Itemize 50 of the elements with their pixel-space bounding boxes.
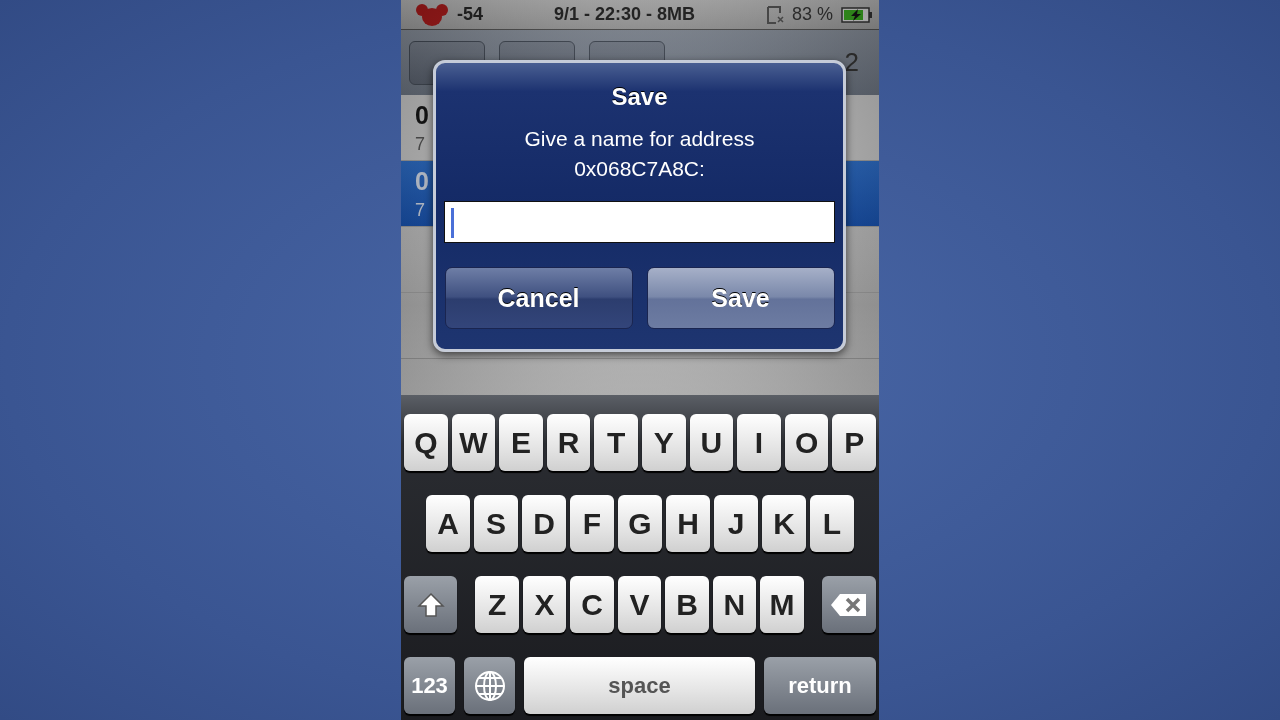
dialog-address: 0x068C7A8C: bbox=[574, 157, 705, 181]
found-count: 2 bbox=[844, 47, 859, 78]
value-text: 7 bbox=[415, 133, 425, 155]
delete-key[interactable] bbox=[821, 576, 876, 633]
shift-icon bbox=[416, 591, 445, 618]
key[interactable]: M bbox=[760, 576, 804, 633]
return-key[interactable]: return bbox=[764, 657, 876, 714]
key[interactable]: W bbox=[451, 414, 496, 471]
mouse-icon bbox=[415, 2, 449, 27]
dialog-message: Give a name for address bbox=[524, 127, 755, 151]
key[interactable]: C bbox=[570, 576, 614, 633]
key[interactable]: Z bbox=[475, 576, 519, 633]
battery-percent: 83 % bbox=[791, 4, 833, 25]
dialog-title: Save bbox=[611, 83, 668, 111]
key[interactable]: S bbox=[474, 495, 518, 552]
key[interactable]: F bbox=[570, 495, 614, 552]
name-input-field[interactable] bbox=[444, 201, 835, 243]
globe-icon bbox=[473, 669, 506, 702]
key[interactable]: R bbox=[546, 414, 591, 471]
key[interactable]: V bbox=[617, 576, 662, 633]
key[interactable]: B bbox=[665, 576, 709, 633]
key[interactable]: G bbox=[618, 495, 662, 552]
key[interactable]: Y bbox=[642, 414, 686, 471]
key[interactable]: T bbox=[594, 414, 638, 471]
address-text: 0 bbox=[415, 100, 429, 130]
key[interactable]: K bbox=[762, 495, 806, 552]
key[interactable]: X bbox=[522, 576, 567, 633]
key[interactable]: O bbox=[784, 414, 829, 471]
key[interactable]: I bbox=[737, 414, 781, 471]
key[interactable]: D bbox=[522, 495, 566, 552]
address-text: 0 bbox=[415, 166, 429, 196]
key[interactable]: E bbox=[499, 414, 543, 471]
key[interactable]: P bbox=[832, 414, 876, 471]
key[interactable]: N bbox=[712, 576, 757, 633]
dialog-button[interactable]: Save bbox=[646, 267, 835, 329]
value-text: 7 bbox=[415, 199, 425, 221]
key[interactable]: U bbox=[689, 414, 734, 471]
backspace-icon bbox=[829, 592, 868, 617]
date-time-memory: 9/1 - 22:30 - 8MB bbox=[552, 4, 696, 25]
numbers-key[interactable]: 123 bbox=[404, 657, 455, 714]
key[interactable]: H bbox=[666, 495, 710, 552]
shift-key[interactable] bbox=[404, 576, 458, 633]
key[interactable]: Q bbox=[404, 414, 448, 471]
signal-strength: -54 bbox=[457, 4, 483, 25]
key[interactable]: L bbox=[810, 495, 854, 552]
globe-key[interactable] bbox=[464, 657, 515, 714]
dialog-button[interactable]: Cancel bbox=[444, 267, 633, 329]
space-key[interactable]: space bbox=[524, 657, 755, 714]
key[interactable]: J bbox=[714, 495, 758, 552]
key[interactable]: A bbox=[426, 495, 470, 552]
